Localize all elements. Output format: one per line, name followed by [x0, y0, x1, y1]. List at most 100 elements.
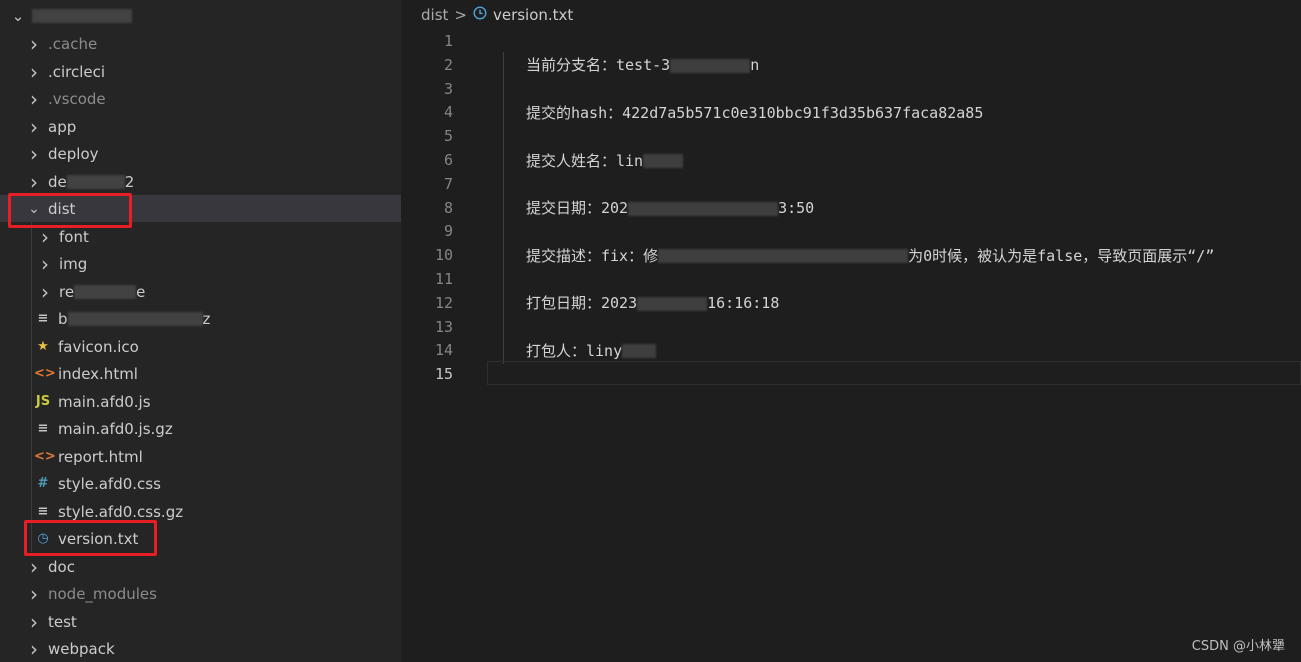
file-row-14[interactable]: ≡ main.afd0.js.gz	[0, 415, 401, 442]
folder-row-19[interactable]: › doc	[0, 553, 401, 580]
folder-row-4[interactable]: › deploy	[0, 140, 401, 167]
line-content: 打包人：liny	[526, 340, 657, 361]
code-line[interactable]: 6 提交人姓名：lin	[401, 148, 1301, 172]
code-line[interactable]: 14 打包人：liny	[401, 338, 1301, 362]
html-icon: <>	[34, 366, 56, 381]
code-line[interactable]: 8 提交日期：202 3:50	[401, 196, 1301, 220]
breadcrumb-folder[interactable]: dist	[421, 6, 448, 24]
chevron-right-icon[interactable]: ›	[26, 637, 42, 661]
tree-item-label: font	[59, 227, 89, 246]
code-line[interactable]: 2 当前分支名：test-3 n	[401, 53, 1301, 77]
text-file-icon: ≡	[37, 311, 49, 326]
chevron-right-icon[interactable]: ›	[37, 225, 53, 249]
file-row-10[interactable]: ≡ b z	[0, 305, 401, 332]
line-content: 提交描述：fix：修 为0时候，被认为是false，导致页面展示“/”	[526, 245, 1214, 266]
redacted-text	[74, 284, 137, 299]
folder-row-20[interactable]: › node_modules	[0, 580, 401, 607]
code-line[interactable]: 9	[401, 219, 1301, 243]
line-tail: 16:16:18	[707, 294, 780, 313]
line-number: 1	[443, 32, 453, 50]
tree-item-label: .vscode	[48, 89, 106, 108]
code-line[interactable]: 13	[401, 315, 1301, 339]
chevron-right-icon[interactable]: ›	[37, 280, 53, 304]
chevron-right-icon[interactable]: ›	[26, 582, 42, 606]
file-row-11[interactable]: ★ favicon.ico	[0, 333, 401, 360]
explorer-root-row[interactable]: ⌄	[0, 2, 401, 29]
chevron-right-icon[interactable]: ›	[26, 60, 42, 84]
code-line[interactable]: 1	[401, 29, 1301, 53]
redacted-text	[67, 311, 203, 326]
line-number: 14	[434, 341, 453, 360]
file-row-15[interactable]: <> report.html	[0, 443, 401, 470]
chevron-down-icon[interactable]: ⌄	[10, 7, 26, 25]
code-line[interactable]: 7	[401, 172, 1301, 196]
line-text: 打包人：liny	[526, 341, 623, 360]
line-content: 打包日期：2023 16:16:18	[526, 292, 779, 313]
tree-item-label: test	[48, 612, 77, 631]
redacted-tail: z	[202, 309, 211, 328]
tree-item-label: report.html	[58, 447, 143, 466]
js-icon: JS	[35, 394, 51, 409]
folder-row-1[interactable]: › .circleci	[0, 58, 401, 85]
folder-row-5[interactable]: › de 2	[0, 168, 401, 195]
chevron-right-icon[interactable]: ›	[26, 32, 42, 56]
css-icon: #	[37, 476, 49, 491]
folder-row-2[interactable]: › .vscode	[0, 85, 401, 112]
line-number: 5	[443, 127, 453, 146]
redacted-text	[628, 201, 779, 216]
code-line[interactable]: 11	[401, 267, 1301, 291]
file-row-16[interactable]: # style.afd0.css	[0, 470, 401, 497]
tree-item-label: style.afd0.css	[58, 474, 161, 493]
editor-pane[interactable]: dist > version.txt 1 2 当前分支名：test-3 n 3 4 提交的h…	[401, 0, 1301, 662]
text-file-icon: ≡	[37, 504, 49, 519]
breadcrumb-separator: >	[454, 6, 467, 24]
breadcrumb-file[interactable]: version.txt	[493, 6, 573, 24]
line-text: 当前分支名：test-3	[526, 56, 671, 75]
redacted-text	[658, 249, 909, 264]
line-number: 10	[434, 246, 453, 265]
chevron-right-icon[interactable]: ›	[26, 87, 42, 111]
code-line[interactable]: 3	[401, 77, 1301, 101]
folder-row-21[interactable]: › test	[0, 608, 401, 635]
file-row-12[interactable]: <> index.html	[0, 360, 401, 387]
tree-item-label: index.html	[58, 364, 138, 383]
tree-item-label: doc	[48, 557, 75, 576]
line-number: 4	[443, 103, 453, 122]
chevron-right-icon[interactable]: ›	[26, 142, 42, 166]
folder-row-22[interactable]: › webpack	[0, 635, 401, 662]
line-content: 提交的hash：422d7a5b571c0e310bbc91f3d35b637f…	[526, 102, 983, 123]
code-line[interactable]: 15	[401, 362, 1301, 386]
folder-row-0[interactable]: › .cache	[0, 30, 401, 57]
redacted-text	[66, 174, 125, 189]
highlight-box-dist	[8, 193, 132, 228]
tree-item-label: app	[48, 117, 77, 136]
redacted-text	[637, 296, 708, 311]
line-text: 打包日期：2023	[526, 294, 638, 313]
folder-row-3[interactable]: › app	[0, 113, 401, 140]
tree-item-label: .circleci	[48, 62, 106, 81]
line-number: 11	[434, 270, 453, 288]
code-line[interactable]: 10 提交描述：fix：修 为0时候，被认为是false，导致页面展示“/”	[401, 243, 1301, 267]
line-number: 9	[443, 222, 453, 241]
tree-item-label: de	[48, 172, 67, 191]
tree-item-label: img	[59, 254, 88, 273]
explorer-sidebar: ⌄ › .cache › .circleci › .vscode › app › deploy › d…	[0, 0, 401, 662]
chevron-right-icon[interactable]: ›	[26, 555, 42, 579]
folder-row-9[interactable]: › re e	[0, 278, 401, 305]
chevron-right-icon[interactable]: ›	[26, 115, 42, 139]
line-number: 6	[443, 151, 453, 169]
redacted-text	[622, 344, 657, 359]
code-line[interactable]: 12 打包日期：2023 16:16:18	[401, 291, 1301, 315]
code-line[interactable]: 4 提交的hash：422d7a5b571c0e310bbc91f3d35b637…	[401, 100, 1301, 124]
file-row-13[interactable]: JS main.afd0.js	[0, 388, 401, 415]
chevron-right-icon[interactable]: ›	[26, 610, 42, 634]
tree-item-label: b	[58, 309, 68, 328]
tree-item-label: style.afd0.css.gz	[58, 502, 184, 521]
code-line[interactable]: 5	[401, 124, 1301, 148]
line-number: 8	[443, 198, 453, 217]
root-folder-label-redacted	[32, 8, 132, 23]
chevron-right-icon[interactable]: ›	[26, 170, 42, 194]
folder-row-8[interactable]: › img	[0, 250, 401, 277]
chevron-right-icon[interactable]: ›	[37, 252, 53, 276]
line-content: 当前分支名：test-3 n	[526, 54, 759, 75]
